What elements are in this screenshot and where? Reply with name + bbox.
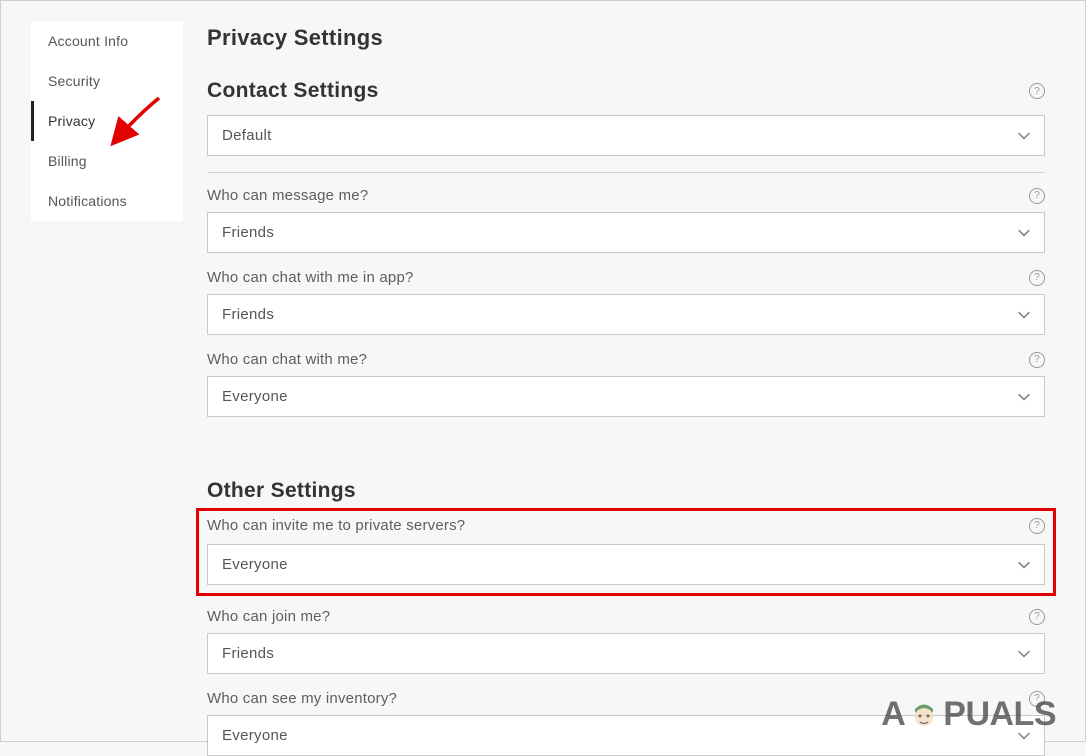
contact-default-dropdown[interactable]: Default xyxy=(207,115,1045,156)
section-spacer xyxy=(207,433,1045,479)
divider xyxy=(207,172,1045,173)
field-label-row: Who can invite me to private servers? ? xyxy=(207,517,1045,534)
chevron-down-icon xyxy=(1018,227,1030,239)
message-me-dropdown[interactable]: Friends xyxy=(207,212,1045,253)
field-label: Who can invite me to private servers? xyxy=(207,517,465,534)
field-label: Who can chat with me in app? xyxy=(207,269,414,286)
help-icon[interactable]: ? xyxy=(1029,83,1045,99)
field-label: Who can join me? xyxy=(207,608,330,625)
field-join-me: Who can join me? ? Friends xyxy=(207,608,1045,674)
help-icon[interactable]: ? xyxy=(1029,352,1045,368)
chevron-down-icon xyxy=(1018,391,1030,403)
help-icon[interactable]: ? xyxy=(1029,270,1045,286)
field-see-inventory: Who can see my inventory? ? Everyone xyxy=(207,690,1045,756)
chat-in-app-dropdown[interactable]: Friends xyxy=(207,294,1045,335)
contact-default-field: Default xyxy=(207,115,1045,156)
chevron-down-icon xyxy=(1018,309,1030,321)
field-label-row: Who can join me? ? xyxy=(207,608,1045,625)
field-label: Who can see my inventory? xyxy=(207,690,397,707)
help-icon[interactable]: ? xyxy=(1029,609,1045,625)
page-title: Privacy Settings xyxy=(207,25,1045,51)
chevron-down-icon xyxy=(1018,648,1030,660)
sidebar-item-account-info[interactable]: Account Info xyxy=(31,21,183,61)
sidebar-item-security[interactable]: Security xyxy=(31,61,183,101)
chat-with-me-dropdown[interactable]: Everyone xyxy=(207,376,1045,417)
dropdown-value: Everyone xyxy=(222,727,288,744)
dropdown-value: Default xyxy=(222,127,272,144)
dropdown-value: Friends xyxy=(222,306,274,323)
dropdown-value: Friends xyxy=(222,224,274,241)
dropdown-value: Everyone xyxy=(222,556,288,573)
dropdown-value: Friends xyxy=(222,645,274,662)
field-chat-in-app: Who can chat with me in app? ? Friends xyxy=(207,269,1045,335)
sidebar-item-privacy[interactable]: Privacy xyxy=(31,101,183,141)
chevron-down-icon xyxy=(1018,730,1030,742)
sidebar-item-billing[interactable]: Billing xyxy=(31,141,183,181)
settings-container: Account Info Security Privacy Billing No… xyxy=(0,0,1086,742)
other-settings-title: Other Settings xyxy=(207,479,1045,503)
field-label-row: Who can message me? ? xyxy=(207,187,1045,204)
sidebar-item-notifications[interactable]: Notifications xyxy=(31,181,183,221)
help-icon[interactable]: ? xyxy=(1029,691,1045,707)
help-icon[interactable]: ? xyxy=(1029,188,1045,204)
field-message-me: Who can message me? ? Friends xyxy=(207,187,1045,253)
contact-settings-title: Contact Settings xyxy=(207,79,379,103)
chevron-down-icon xyxy=(1018,130,1030,142)
field-label-row: Who can chat with me? ? xyxy=(207,351,1045,368)
field-label-row: Who can chat with me in app? ? xyxy=(207,269,1045,286)
field-label: Who can chat with me? xyxy=(207,351,367,368)
help-icon[interactable]: ? xyxy=(1029,518,1045,534)
invite-private-servers-dropdown[interactable]: Everyone xyxy=(207,544,1045,585)
dropdown-value: Everyone xyxy=(222,388,288,405)
join-me-dropdown[interactable]: Friends xyxy=(207,633,1045,674)
settings-sidebar: Account Info Security Privacy Billing No… xyxy=(31,21,183,221)
main-content: Privacy Settings Contact Settings ? Defa… xyxy=(183,1,1085,741)
field-label-row: Who can see my inventory? ? xyxy=(207,690,1045,707)
highlight-annotation: Who can invite me to private servers? ? … xyxy=(196,508,1056,596)
chevron-down-icon xyxy=(1018,559,1030,571)
contact-settings-header: Contact Settings ? xyxy=(207,79,1045,103)
field-label: Who can message me? xyxy=(207,187,368,204)
see-inventory-dropdown[interactable]: Everyone xyxy=(207,715,1045,756)
field-chat-with-me: Who can chat with me? ? Everyone xyxy=(207,351,1045,417)
